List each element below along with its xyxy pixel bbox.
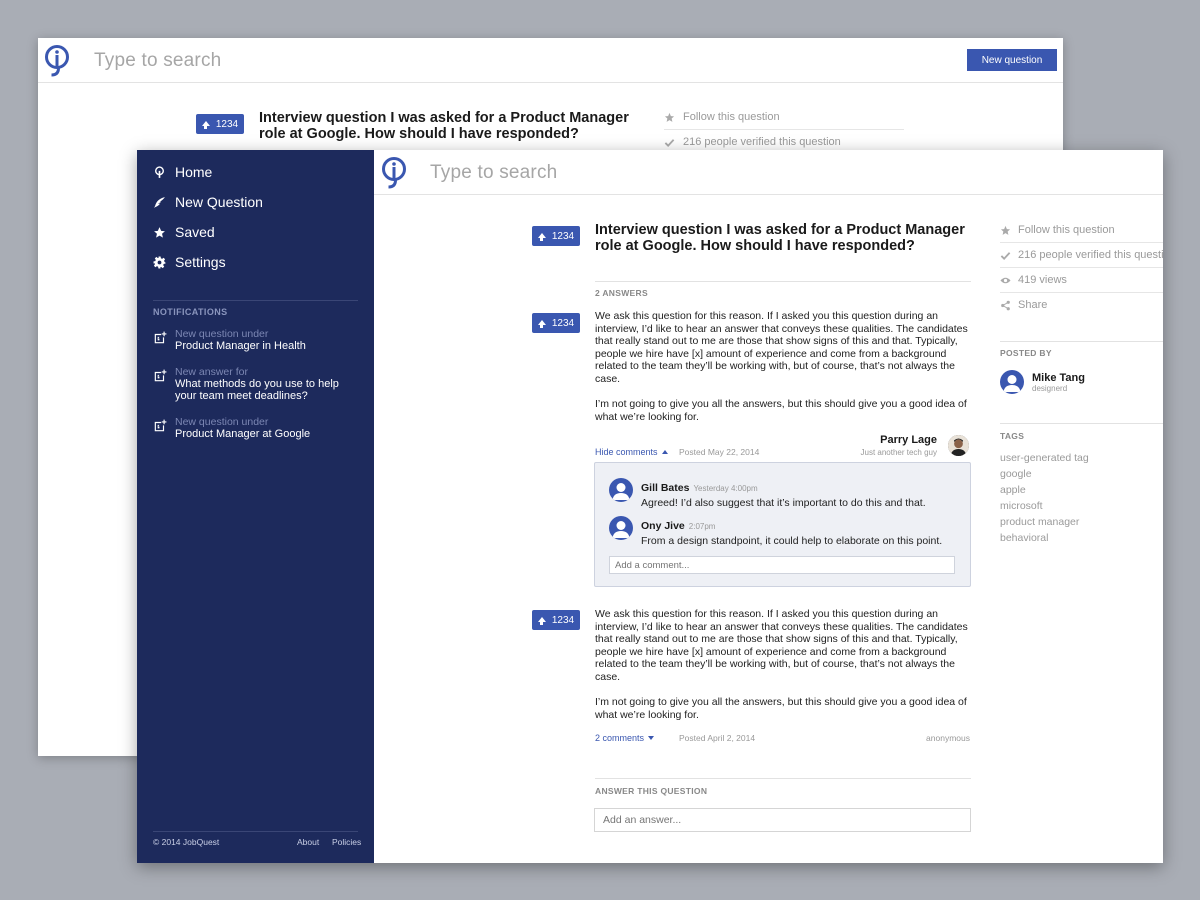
back-question-title: Interview question I was asked for a Pro…: [259, 110, 629, 142]
check-icon: [1000, 250, 1011, 261]
upvote-arrow-icon: [201, 120, 210, 129]
copyright-text: © 2014 JobQuest: [153, 837, 220, 847]
notification-item[interactable]: New question under Product Manager at Goo…: [153, 416, 310, 440]
hide-comments-toggle[interactable]: Hide comments: [595, 447, 668, 457]
quill-icon: [153, 196, 166, 209]
about-link[interactable]: About: [297, 837, 319, 847]
eye-icon: [1000, 275, 1011, 286]
user-avatar-icon: [1000, 370, 1024, 394]
jobquest-logo-icon[interactable]: [44, 44, 70, 78]
sidebar-item-settings[interactable]: Settings: [153, 254, 226, 270]
back-verified-count: 216 people verified this question: [664, 136, 841, 148]
upvote-arrow-icon: [537, 616, 546, 625]
answer-author: anonymous: [926, 733, 970, 743]
notifications-heading: NOTIFICATIONS: [153, 307, 228, 317]
caret-down-icon: [648, 736, 655, 740]
policies-link[interactable]: Policies: [332, 837, 361, 847]
add-note-icon: [153, 331, 167, 345]
footer-divider: [153, 831, 358, 832]
gear-icon: [153, 256, 166, 269]
bulb-icon: [153, 165, 166, 179]
tags-heading: TAGS: [1000, 431, 1025, 441]
check-icon: [664, 138, 675, 147]
new-question-button[interactable]: New question: [967, 49, 1057, 71]
tag-link[interactable]: google: [1000, 468, 1032, 480]
question-vote-button[interactable]: 1234: [532, 226, 580, 246]
notification-item[interactable]: New answer for What methods do you use to…: [153, 366, 353, 402]
comment-item: Ony Jive 2:07pm From a design standpoint,…: [609, 516, 942, 547]
upvote-arrow-icon: [537, 319, 546, 328]
question-title: Interview question I was asked for a Pro…: [595, 222, 965, 254]
tag-link[interactable]: product manager: [1000, 516, 1079, 528]
answers-count-heading: 2 ANSWERS: [595, 288, 648, 298]
answer-vote-button[interactable]: 1234: [532, 610, 580, 630]
answer-body: We ask this question for this reason. If…: [595, 608, 968, 721]
back-search-input[interactable]: Type to search: [94, 50, 221, 72]
star-icon: [153, 226, 166, 239]
notification-item[interactable]: New question under Product Manager in Hea…: [153, 328, 306, 352]
sidebar-item-new-question[interactable]: New Question: [153, 194, 263, 210]
comment-input[interactable]: [609, 556, 955, 574]
back-question-vote-button[interactable]: 1234: [196, 114, 244, 134]
answer-vote-button[interactable]: 1234: [532, 313, 580, 333]
answer-input[interactable]: [594, 808, 971, 832]
share-icon: [1000, 300, 1011, 311]
divider: [595, 778, 971, 779]
answer-author[interactable]: Parry Lage Just another tech guy: [861, 434, 938, 457]
tag-link[interactable]: microsoft: [1000, 500, 1043, 512]
view-count: 419 views: [1000, 274, 1163, 293]
add-note-icon: [153, 419, 167, 433]
caret-up-icon: [661, 450, 668, 454]
user-avatar-icon[interactable]: [609, 478, 633, 502]
jobquest-logo-icon[interactable]: [381, 156, 407, 190]
divider: [595, 281, 971, 282]
verified-count: 216 people verified this question: [1000, 249, 1163, 268]
show-comments-toggle[interactable]: 2 comments: [595, 733, 655, 743]
main-window: Home New Question Saved Settings NOTIFIC…: [137, 150, 1163, 863]
follow-question-button[interactable]: Follow this question: [1000, 224, 1163, 243]
back-follow-question[interactable]: Follow this question: [664, 111, 904, 130]
tag-link[interactable]: behavioral: [1000, 532, 1048, 544]
sidebar: Home New Question Saved Settings NOTIFIC…: [137, 150, 374, 863]
share-button[interactable]: Share: [1000, 299, 1163, 317]
sidebar-divider: [153, 300, 358, 301]
search-input[interactable]: Type to search: [430, 162, 557, 184]
star-icon: [664, 112, 675, 122]
sidebar-item-home[interactable]: Home: [153, 164, 212, 180]
divider: [1000, 341, 1163, 342]
answer-posted-date: Posted April 2, 2014: [679, 733, 756, 743]
main-topbar: Type to search: [374, 150, 1163, 195]
comment-item: Gill Bates Yesterday 4:00pm Agreed! I’d a…: [609, 478, 926, 509]
user-avatar-icon[interactable]: [609, 516, 633, 540]
divider: [1000, 423, 1163, 424]
poster-card[interactable]: Mike Tang designerd: [1000, 370, 1085, 394]
comments-panel: Gill Bates Yesterday 4:00pm Agreed! I’d a…: [594, 462, 971, 587]
answer-posted-date: Posted May 22, 2014: [679, 447, 760, 457]
tag-link[interactable]: user-generated tag: [1000, 452, 1089, 464]
tag-link[interactable]: apple: [1000, 484, 1026, 496]
posted-by-heading: POSTED BY: [1000, 348, 1052, 358]
back-topbar: Type to search New question: [38, 38, 1063, 83]
author-photo[interactable]: [948, 435, 969, 456]
star-icon: [1000, 225, 1011, 236]
answer-body: We ask this question for this reason. If…: [595, 310, 968, 423]
answer-this-question-heading: ANSWER THIS QUESTION: [595, 786, 708, 796]
add-note-icon: [153, 369, 167, 383]
sidebar-item-saved[interactable]: Saved: [153, 224, 215, 240]
upvote-arrow-icon: [537, 232, 546, 241]
